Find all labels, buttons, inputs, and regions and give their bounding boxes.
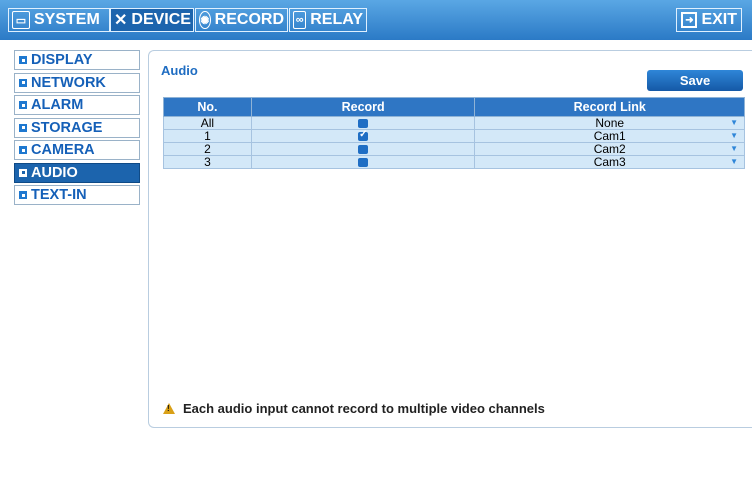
sidebar-item-label: TEXT-IN (31, 187, 87, 203)
exit-icon: ➜ (681, 12, 698, 28)
sidebar-item-alarm[interactable]: ALARM (14, 95, 140, 115)
record-link-dropdown[interactable]: Cam1 ▼ (474, 129, 745, 143)
record-checkbox[interactable] (358, 119, 369, 129)
record-cell (250, 155, 476, 169)
record-link-dropdown[interactable]: None ▼ (474, 116, 745, 130)
column-header-record: Record (250, 97, 476, 117)
bullet-icon (19, 123, 27, 132)
film-reel-icon: ✺ (199, 11, 211, 29)
channel-number: 1 (163, 129, 252, 143)
record-cell (250, 116, 476, 130)
audio-table: No. Record Record Link All None ▼ 1 Cam1… (163, 97, 745, 169)
channel-number: 2 (163, 142, 252, 156)
dropdown-arrow-icon: ▼ (730, 131, 738, 140)
page-title: Audio (161, 63, 198, 78)
bullet-icon (19, 146, 27, 154)
save-button[interactable]: Save (647, 70, 743, 91)
record-cell (250, 142, 476, 156)
record-checkbox[interactable] (358, 129, 369, 142)
tab-record-label: RECORD (214, 11, 284, 28)
sidebar-item-label: ALARM (31, 97, 84, 113)
dropdown-arrow-icon: ▼ (730, 144, 738, 153)
sidebar-item-label: CAMERA (31, 142, 95, 158)
audio-settings-panel: Audio Save No. Record Record Link All No… (148, 50, 752, 428)
record-link-dropdown[interactable]: Cam2 ▼ (474, 142, 745, 156)
sidebar-item-network[interactable]: NETWORK (14, 72, 140, 93)
sidebar: DISPLAY NETWORK ALARM STORAGE CAMERA AUD… (14, 50, 140, 208)
table-row: 1 Cam1 ▼ (163, 129, 745, 143)
record-link-value: Cam2 (593, 142, 626, 156)
sidebar-item-label: NETWORK (31, 74, 106, 91)
tab-system[interactable]: ▭ SYSTEM (8, 8, 110, 32)
record-link-dropdown[interactable]: Cam3 ▼ (474, 155, 745, 169)
sidebar-item-storage[interactable]: STORAGE (14, 117, 140, 138)
tab-relay-label: RELAY (310, 11, 363, 28)
channel-number: All (163, 116, 252, 130)
sidebar-item-text-in[interactable]: TEXT-IN (14, 185, 140, 205)
sidebar-item-display[interactable]: DISPLAY (14, 50, 140, 70)
sidebar-item-audio[interactable]: AUDIO (14, 162, 140, 183)
warning-icon (163, 403, 175, 414)
tab-record[interactable]: ✺ RECORD (195, 8, 288, 32)
dropdown-arrow-icon: ▼ (730, 118, 738, 127)
warning-message: Each audio input cannot record to multip… (163, 401, 545, 416)
column-header-no: No. (163, 97, 252, 117)
exit-label: EXIT (701, 11, 737, 28)
record-link-value: None (595, 116, 625, 130)
dropdown-arrow-icon: ▼ (730, 157, 738, 166)
bullet-icon (19, 56, 27, 64)
warning-text: Each audio input cannot record to multip… (183, 401, 545, 416)
table-header-row: No. Record Record Link (163, 97, 745, 117)
tab-relay[interactable]: ∞ RELAY (289, 8, 367, 32)
record-cell (250, 129, 476, 143)
bullet-icon (19, 191, 27, 199)
bullet-icon (19, 78, 27, 87)
sidebar-item-camera[interactable]: CAMERA (14, 140, 140, 160)
tab-device[interactable]: ✕ DEVICE (110, 8, 194, 32)
relay-icon: ∞ (293, 11, 307, 29)
monitor-icon: ▭ (12, 11, 30, 29)
top-menu-bar: ▭ SYSTEM ✕ DEVICE ✺ RECORD ∞ RELAY ➜ EXI… (0, 0, 752, 40)
table-row: 3 Cam3 ▼ (163, 155, 745, 169)
column-header-record-link: Record Link (474, 97, 745, 117)
record-checkbox[interactable] (358, 145, 369, 155)
record-link-value: Cam1 (593, 129, 626, 143)
exit-button[interactable]: ➜ EXIT (676, 8, 742, 32)
record-link-value: Cam3 (593, 155, 626, 169)
channel-number: 3 (163, 155, 252, 169)
bullet-icon (19, 168, 27, 177)
record-checkbox[interactable] (358, 158, 369, 168)
tab-system-label: SYSTEM (34, 11, 100, 28)
sidebar-item-label: STORAGE (31, 119, 103, 136)
tools-icon: ✕ (114, 12, 128, 29)
tab-device-label: DEVICE (131, 11, 191, 28)
sidebar-item-label: DISPLAY (31, 52, 93, 68)
table-row: 2 Cam2 ▼ (163, 142, 745, 156)
bullet-icon (19, 101, 27, 109)
table-row: All None ▼ (163, 116, 745, 130)
sidebar-item-label: AUDIO (31, 164, 78, 181)
